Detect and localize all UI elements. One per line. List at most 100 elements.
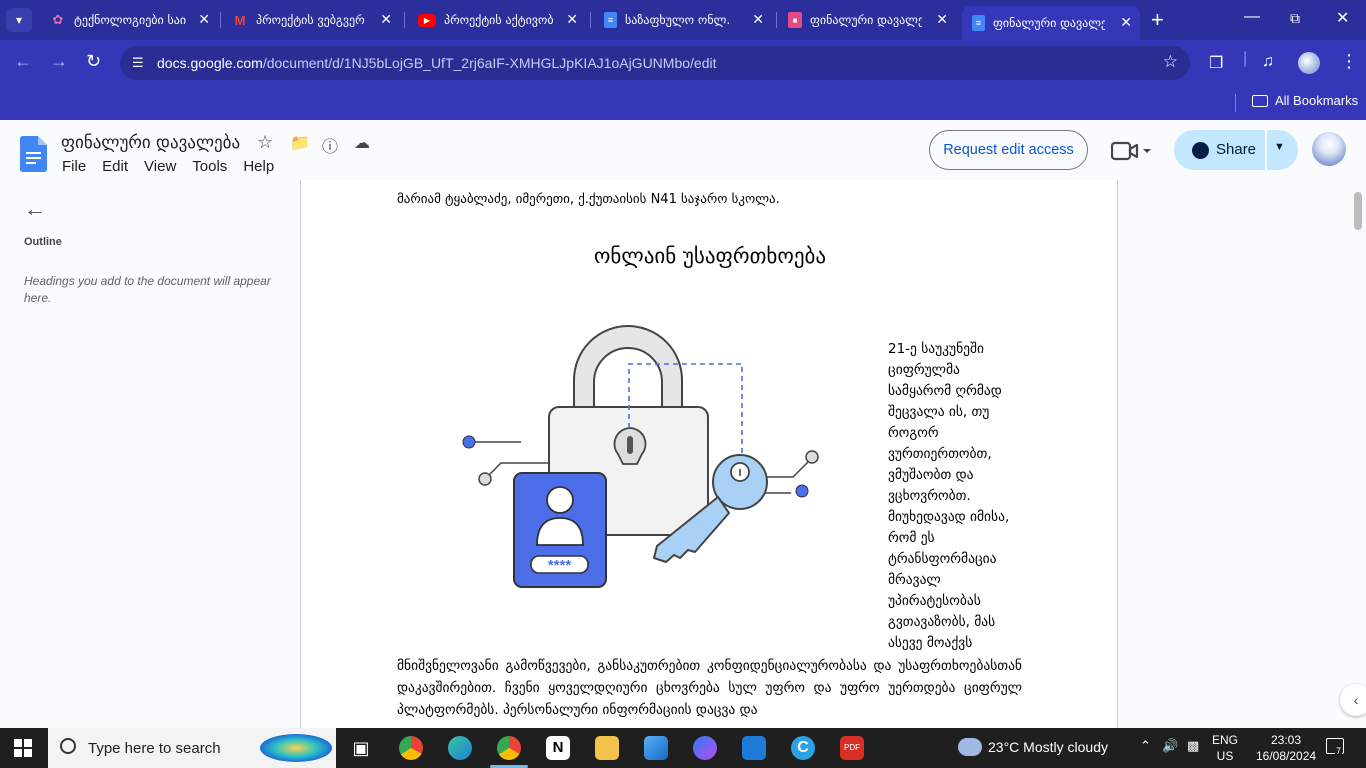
document-page[interactable]: მარიამ ტყაბლაძე, იმერეთი, ქ.ქუთაისის N41… <box>300 180 1118 728</box>
pdf-app-icon[interactable]: PDF <box>840 736 864 760</box>
bookmarks-bar: All Bookmarks <box>0 86 1366 120</box>
browser-tab-active[interactable]: ≡ ფინალური დავალე ✕ <box>962 6 1140 40</box>
extensions-icon[interactable]: ❐ <box>1209 53 1223 73</box>
browser-tab[interactable]: ≡ საზაფხულო ონლ. ✕ <box>594 6 772 34</box>
chrome-menu-icon[interactable]: ⋮ <box>1340 51 1358 72</box>
menu-tools[interactable]: Tools <box>192 158 227 175</box>
show-side-panel-icon[interactable]: ‹ <box>1340 684 1366 716</box>
profile-avatar-icon[interactable] <box>1298 52 1320 74</box>
menu-edit[interactable]: Edit <box>102 158 128 175</box>
share-button[interactable]: Share ▼ <box>1174 130 1298 170</box>
close-tab-icon[interactable]: ✕ <box>936 11 948 28</box>
search-highlight-image <box>260 734 332 762</box>
paragraph-side-text: 21-ე საუკუნეში ციფრულმა სამყარომ ღრმად შ… <box>888 341 1010 651</box>
scrollbar-thumb[interactable] <box>1354 192 1362 230</box>
all-bookmarks-button[interactable]: All Bookmarks <box>1252 93 1358 108</box>
weather-text: 23°C Mostly cloudy <box>988 739 1108 755</box>
address-bar[interactable]: ☰ docs.google.com/document/d/1NJ5bLojGB_… <box>120 46 1190 80</box>
share-divider <box>1265 130 1267 170</box>
all-bookmarks-label: All Bookmarks <box>1275 93 1359 108</box>
system-clock[interactable]: 23:03 16/08/2024 <box>1256 732 1316 764</box>
volume-icon[interactable]: 🔊 <box>1162 738 1178 754</box>
bookmarks-divider <box>1235 94 1236 112</box>
browser-tab[interactable]: ✿ ტექნოლოგიები საი ✕ <box>40 6 218 34</box>
taskbar-search-box[interactable]: Type here to search <box>48 728 336 768</box>
docs-icon: ≡ <box>604 12 617 28</box>
outline-label: Outline <box>24 236 62 248</box>
browser-tab[interactable]: ▶ პროექტის აქტივობ ✕ <box>408 6 586 34</box>
request-edit-access-button[interactable]: Request edit access <box>929 130 1088 170</box>
browser-tab[interactable]: ■ ფინალური დავალე ✕ <box>778 6 956 34</box>
browser-tab-bar: ▾ ✿ ტექნოლოგიები საი ✕ M პროექტის ვებგვე… <box>0 0 1366 40</box>
edge-icon[interactable] <box>448 736 472 760</box>
youtube-icon: ▶ <box>418 13 436 27</box>
password-mask-text: **** <box>548 557 572 574</box>
reload-icon[interactable]: ↻ <box>86 51 101 72</box>
canva-icon[interactable]: C <box>791 736 815 760</box>
slides-icon: ■ <box>788 12 802 28</box>
media-control-icon[interactable]: ♫ <box>1262 53 1274 71</box>
document-canvas: ← Outline Headings you add to the docume… <box>0 180 1366 728</box>
file-explorer-icon[interactable] <box>595 736 619 760</box>
share-options-icon[interactable]: ▼ <box>1274 141 1285 153</box>
chrome-profile-icon[interactable] <box>497 736 521 760</box>
back-icon[interactable]: ← <box>14 51 32 72</box>
menu-view[interactable]: View <box>144 158 176 175</box>
info-icon[interactable]: ⓘ <box>322 133 338 157</box>
tab-divider <box>776 12 777 28</box>
new-tab-button[interactable]: + <box>1151 8 1164 32</box>
meet-video-icon[interactable] <box>1111 140 1151 162</box>
search-placeholder: Type here to search <box>88 740 221 757</box>
docs-icon: ≡ <box>972 15 985 31</box>
site-info-icon[interactable]: ☰ <box>132 55 148 71</box>
tab-search-button[interactable]: ▾ <box>6 8 32 32</box>
close-window-icon[interactable]: ✕ <box>1336 8 1349 28</box>
bookmark-star-icon[interactable]: ☆ <box>1163 52 1178 72</box>
weather-widget[interactable]: 23°C Mostly cloudy <box>958 738 1108 756</box>
notifications-count: 7 <box>1335 746 1343 756</box>
toolbar-divider: | <box>1243 50 1248 67</box>
messenger-icon[interactable] <box>693 736 717 760</box>
close-tab-icon[interactable]: ✕ <box>1120 14 1132 31</box>
docs-logo-icon[interactable] <box>20 136 47 172</box>
globe-icon <box>1192 142 1209 159</box>
url-path: /document/d/1NJ5bLojGB_UfT_2rj6aIF-XMHGL… <box>262 55 717 71</box>
close-tab-icon[interactable]: ✕ <box>198 11 210 28</box>
lang-code: ENG <box>1212 733 1239 747</box>
cloud-status-icon[interactable]: ☁ <box>354 133 370 153</box>
browser-tab[interactable]: M პროექტის ვებგვერ ✕ <box>222 6 400 34</box>
folder-icon <box>1252 94 1268 107</box>
url-text[interactable]: docs.google.com/document/d/1NJ5bLojGB_Uf… <box>157 55 716 71</box>
show-hidden-icons-icon[interactable]: ⌃ <box>1140 738 1151 754</box>
url-host: docs.google.com <box>157 55 263 71</box>
windows-start-icon[interactable] <box>14 739 32 757</box>
move-folder-icon[interactable]: 📁 <box>290 133 310 153</box>
network-icon[interactable]: ▩ <box>1187 738 1199 754</box>
forward-icon[interactable]: → <box>50 51 68 72</box>
docs-header: ფინალური დავალება ☆ 📁 ⓘ ☁ File Edit View… <box>0 120 1366 180</box>
account-avatar[interactable] <box>1312 132 1346 166</box>
padlock-key-illustration: **** <box>462 325 819 588</box>
close-tab-icon[interactable]: ✕ <box>566 11 578 28</box>
restore-window-icon[interactable]: ⧉ <box>1290 10 1300 27</box>
close-outline-arrow-icon[interactable]: ← <box>24 196 46 222</box>
clock-time: 23:03 <box>1270 733 1302 747</box>
menu-help[interactable]: Help <box>243 158 274 175</box>
close-tab-icon[interactable]: ✕ <box>380 11 392 28</box>
chrome-icon[interactable] <box>399 736 423 760</box>
task-view-icon[interactable]: ▣ <box>349 736 373 760</box>
star-icon[interactable]: ☆ <box>257 132 273 153</box>
document-title[interactable]: ფინალური დავალება <box>61 133 240 153</box>
close-tab-icon[interactable]: ✕ <box>752 11 764 28</box>
cloudy-weather-icon <box>958 738 982 756</box>
notion-icon[interactable]: N <box>546 736 570 760</box>
tab-title: ტექნოლოგიები საი <box>74 13 186 27</box>
tab-divider <box>590 12 591 28</box>
minimize-window-icon[interactable]: — <box>1244 8 1260 26</box>
menu-file[interactable]: File <box>62 158 86 175</box>
photos-icon[interactable] <box>644 736 668 760</box>
store-icon[interactable] <box>742 736 766 760</box>
search-icon <box>60 738 76 754</box>
outline-hint: Headings you add to the document will ap… <box>24 274 271 305</box>
input-language[interactable]: ENG US <box>1212 732 1238 764</box>
